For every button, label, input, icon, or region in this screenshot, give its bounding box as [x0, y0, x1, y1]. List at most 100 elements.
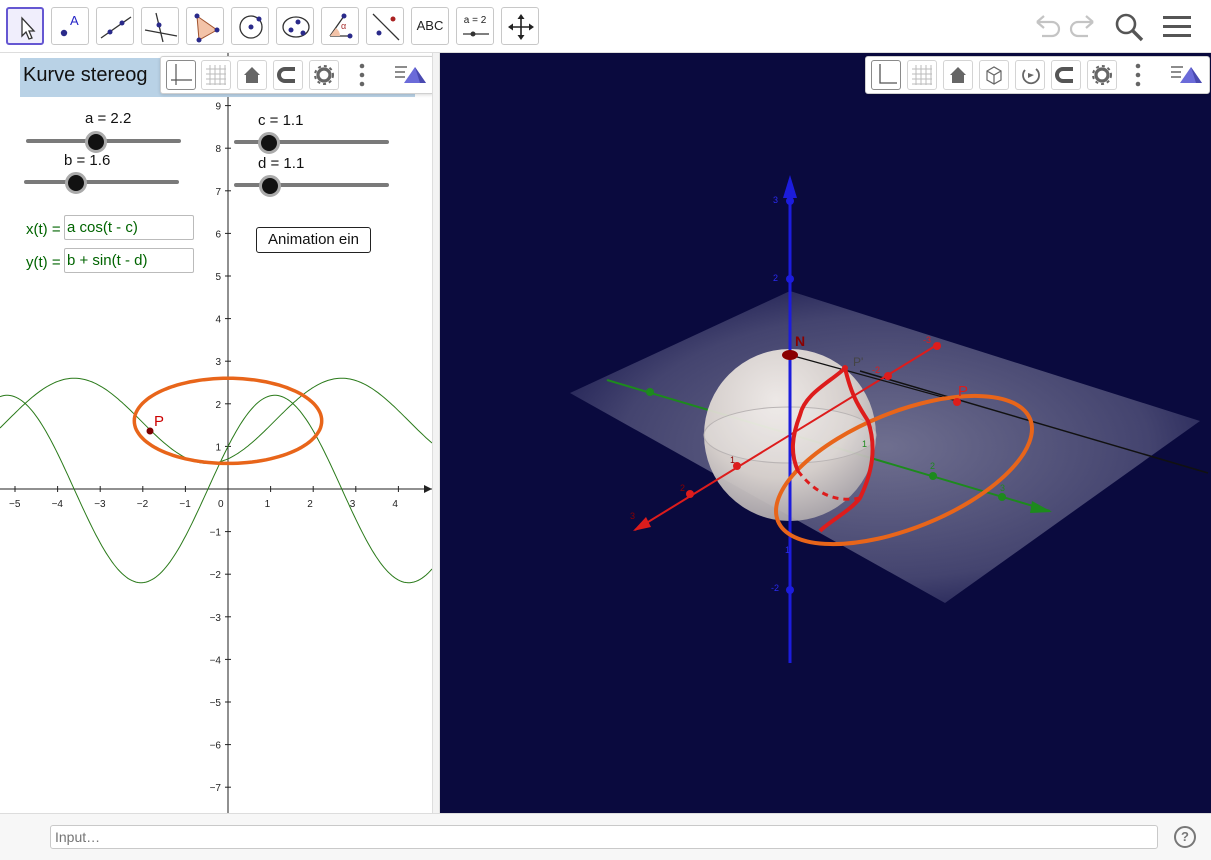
- y-tick-label: 9: [215, 102, 221, 113]
- clipping-box-button[interactable]: [979, 60, 1009, 90]
- function-y-input[interactable]: b + sin(t - d): [64, 248, 194, 273]
- conic-tool[interactable]: [276, 7, 314, 45]
- reflect-icon: [372, 13, 400, 41]
- slider-d-label: d = 1.1: [258, 155, 305, 172]
- y-tick-label: −7: [210, 783, 222, 794]
- slider-a-knob[interactable]: [85, 131, 107, 153]
- perpendicular-icon: [144, 12, 178, 43]
- view-menu-3d-button[interactable]: [1169, 61, 1205, 89]
- view-splitter[interactable]: [432, 53, 440, 813]
- redo-button[interactable]: [1066, 10, 1100, 44]
- graphics-view-2d[interactable]: −5 −4 −3 −2 −1 0 1 2 3 4 9 8 7 6 5 4 3 2 1 −1 −2 −3 −4 −5 −6 −7 P …: [0, 53, 432, 813]
- point-p-label: P: [154, 413, 164, 430]
- search-button[interactable]: [1112, 10, 1146, 44]
- ellipse-icon: [282, 16, 310, 38]
- main-toolbar: A α ABC a = 2: [0, 0, 1211, 53]
- rotate-view-button[interactable]: [1015, 60, 1045, 90]
- x-tick-label: 0: [218, 499, 224, 510]
- view-menu-button[interactable]: [393, 61, 429, 89]
- slider-c-knob[interactable]: [258, 132, 280, 154]
- projected-label: P': [853, 355, 863, 369]
- more-options-3d-button[interactable]: [1133, 63, 1143, 87]
- x-tick-2: [686, 490, 694, 498]
- y-tick-1: [646, 388, 654, 396]
- animation-toggle-button[interactable]: Animation ein: [256, 227, 371, 253]
- point-capture-icon: [1055, 67, 1073, 83]
- y-tick-label: 6: [215, 229, 221, 240]
- axes-3d-toggle-button[interactable]: [871, 60, 901, 90]
- z-tick-3: [786, 197, 794, 205]
- algebra-input[interactable]: [51, 826, 1165, 848]
- slider-b-knob[interactable]: [65, 172, 87, 194]
- y-tick-label: −6: [210, 741, 222, 752]
- y-tick-label: 1: [215, 442, 221, 453]
- point-capture-button[interactable]: [273, 60, 303, 90]
- home-icon: [950, 67, 966, 83]
- perpendicular-line-tool[interactable]: [141, 7, 179, 45]
- algebra-input-field[interactable]: [50, 825, 1165, 849]
- settings-icon: [314, 65, 334, 85]
- line-icon: [100, 16, 132, 39]
- y-tick-label: 5: [215, 272, 221, 283]
- slider-tool[interactable]: a = 2: [456, 7, 494, 45]
- line-tool[interactable]: [96, 7, 134, 45]
- point-p-prime[interactable]: [842, 365, 848, 371]
- grid-toggle-button[interactable]: [201, 60, 231, 90]
- z-tick-label-3: 3: [773, 195, 778, 205]
- axes-toggle-button[interactable]: [166, 60, 196, 90]
- x-tick-label: −1: [179, 499, 191, 510]
- y-tick-label: 8: [215, 144, 221, 155]
- x-tick-label-neg2: -2: [872, 365, 880, 375]
- more-options-button[interactable]: [357, 63, 367, 87]
- z-tick-label-neg2: -2: [771, 583, 779, 593]
- standard-view-3d-button[interactable]: [943, 60, 973, 90]
- graphics-view-3d[interactable]: N P P' 3 2 1 -2 -3 -2 1 2 3 1 2 3: [440, 53, 1211, 813]
- input-bar: ?: [0, 813, 1211, 860]
- y-tick-label: −3: [210, 613, 222, 624]
- x-axis-arrow: [633, 517, 651, 531]
- point-tool[interactable]: A: [51, 7, 89, 45]
- y-tick-label-1: 1: [862, 439, 867, 449]
- cube-icon: [986, 66, 1002, 85]
- move-tool[interactable]: [6, 7, 44, 45]
- undo-button[interactable]: [1030, 10, 1064, 44]
- more-icon: [359, 63, 365, 87]
- graphics-3d-settings-button[interactable]: [1087, 60, 1117, 90]
- reflect-tool[interactable]: [366, 7, 404, 45]
- slider-b-track[interactable]: [24, 180, 179, 184]
- grid-3d-toggle-button[interactable]: [907, 60, 937, 90]
- help-button[interactable]: ?: [1174, 826, 1196, 848]
- x-tick-neg2: [884, 372, 892, 380]
- grid-icon: [206, 65, 226, 85]
- polygon-tool[interactable]: [186, 7, 224, 45]
- text-tool[interactable]: ABC: [411, 7, 449, 45]
- circle-center-point-tool[interactable]: [231, 7, 269, 45]
- slider-b-label: b = 1.6: [64, 152, 111, 169]
- move-graphics-tool[interactable]: [501, 7, 539, 45]
- point-p: [146, 427, 154, 435]
- axes-icon: [171, 64, 192, 85]
- y-tick-label-3: 3: [1000, 483, 1005, 493]
- slider-d-knob[interactable]: [259, 175, 281, 197]
- north-pole-point[interactable]: [782, 350, 798, 360]
- z-tick-label-2: 2: [773, 273, 778, 283]
- rotate-icon: [1022, 68, 1040, 85]
- home-icon: [244, 67, 260, 83]
- y-tick-label: 2: [215, 400, 221, 411]
- slider-d-track[interactable]: [234, 183, 389, 187]
- x-tick-label: −3: [94, 499, 106, 510]
- function-x-input[interactable]: a cos(t - c): [64, 215, 194, 240]
- standard-view-button[interactable]: [237, 60, 267, 90]
- polygon-icon: [194, 13, 220, 43]
- graph-3d-canvas[interactable]: N P P' 3 2 1 -2 -3 -2 1 2 3 1 2 3: [440, 53, 1211, 813]
- main-menu-button[interactable]: [1160, 10, 1194, 44]
- angle-tool[interactable]: α: [321, 7, 359, 45]
- point-capture-3d-button[interactable]: [1051, 60, 1081, 90]
- graphics-settings-button[interactable]: [309, 60, 339, 90]
- move-arrows-icon: [508, 14, 534, 40]
- x-tick-label: −5: [9, 499, 21, 510]
- undo-icon: [1036, 15, 1061, 38]
- z-axis-arrow: [783, 175, 797, 198]
- x-tick-label-2: 2: [680, 483, 685, 493]
- x-tick-label: −4: [52, 499, 64, 510]
